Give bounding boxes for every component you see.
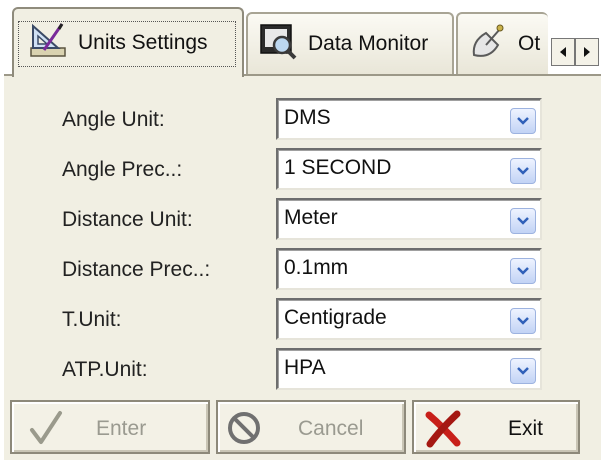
- distance-unit-value: Meter: [284, 206, 338, 229]
- chevron-left-icon: [560, 47, 566, 57]
- distance-unit-select[interactable]: Meter: [276, 198, 542, 240]
- chevron-down-icon[interactable]: [510, 308, 536, 334]
- angle-prec-select[interactable]: 1 SECOND: [276, 148, 542, 190]
- field-row-atp-unit: ATP.Unit: HPA: [4, 348, 601, 390]
- field-row-distance-prec: Distance Prec..: 0.1mm: [4, 248, 601, 290]
- checkmark-icon: [28, 410, 64, 451]
- chevron-right-icon: [584, 47, 590, 57]
- enter-button[interactable]: Enter: [10, 400, 210, 454]
- enter-button-label: Enter: [96, 417, 147, 440]
- tab-units-settings-label: Units Settings: [78, 31, 208, 54]
- tab-scroll-left-button[interactable]: [551, 38, 575, 66]
- units-settings-window: Units Settings Data Monitor Ot Angle Uni…: [4, 4, 601, 460]
- atp-unit-select[interactable]: HPA: [276, 348, 542, 390]
- tab-units-settings[interactable]: Units Settings: [12, 7, 244, 77]
- chevron-down-icon[interactable]: [510, 108, 536, 134]
- angle-prec-value: 1 SECOND: [284, 156, 392, 179]
- chevron-down-icon[interactable]: [510, 258, 536, 284]
- chevron-down-icon[interactable]: [510, 208, 536, 234]
- magnifier-monitor-icon: [258, 21, 298, 67]
- field-row-distance-unit: Distance Unit: Meter: [4, 198, 601, 240]
- angle-unit-label: Angle Unit:: [62, 108, 165, 131]
- chevron-down-icon[interactable]: [510, 158, 536, 184]
- red-x-icon: [424, 410, 462, 453]
- field-row-angle-prec: Angle Prec..: 1 SECOND: [4, 148, 601, 190]
- cancel-button-label: Cancel: [298, 417, 364, 440]
- angle-unit-value: DMS: [284, 106, 331, 129]
- field-row-t-unit: T.Unit: Centigrade: [4, 298, 601, 340]
- cancel-button[interactable]: Cancel: [216, 400, 406, 454]
- t-unit-label: T.Unit:: [62, 308, 122, 331]
- no-entry-icon: [226, 410, 262, 451]
- atp-unit-value: HPA: [284, 356, 326, 379]
- angle-prec-label: Angle Prec..:: [62, 158, 183, 181]
- chevron-down-icon[interactable]: [510, 358, 536, 384]
- atp-unit-label: ATP.Unit:: [62, 358, 148, 381]
- exit-button[interactable]: Exit: [412, 400, 580, 454]
- distance-unit-label: Distance Unit:: [62, 208, 193, 231]
- tab-other-label: Ot: [518, 32, 541, 55]
- tab-scroll-buttons: [551, 38, 599, 66]
- t-unit-select[interactable]: Centigrade: [276, 298, 542, 340]
- tab-strip: Units Settings Data Monitor Ot: [4, 4, 601, 77]
- distance-prec-select[interactable]: 0.1mm: [276, 248, 542, 290]
- angle-unit-select[interactable]: DMS: [276, 98, 542, 140]
- distance-prec-value: 0.1mm: [284, 256, 349, 279]
- tab-data-monitor[interactable]: Data Monitor: [246, 12, 454, 74]
- tab-other[interactable]: Ot: [456, 12, 548, 74]
- tab-scroll-right-button[interactable]: [575, 38, 599, 66]
- distance-prec-label: Distance Prec..:: [62, 258, 211, 281]
- field-row-angle-unit: Angle Unit: DMS: [4, 98, 601, 140]
- t-unit-value: Centigrade: [284, 306, 387, 329]
- ruler-triangle-icon: [28, 20, 68, 66]
- satellite-dish-icon: [468, 21, 508, 67]
- exit-button-label: Exit: [508, 417, 544, 440]
- tab-data-monitor-label: Data Monitor: [308, 32, 429, 55]
